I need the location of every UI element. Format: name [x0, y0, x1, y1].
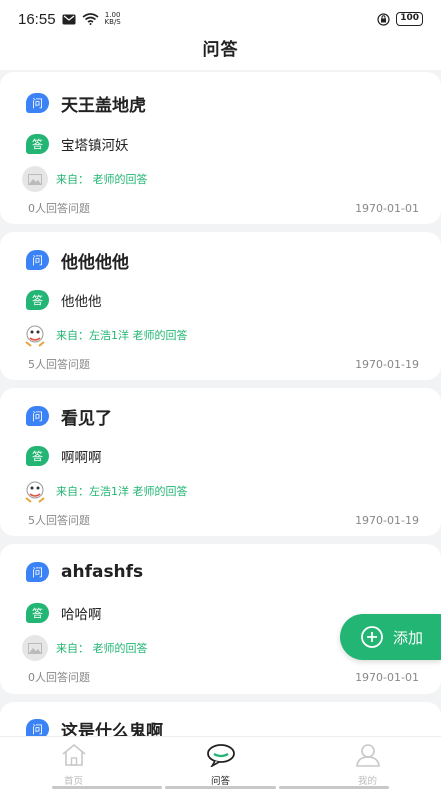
source-row: 来自：左浩1洋 老师的回答 [0, 322, 441, 348]
tab-home[interactable]: 首页 [0, 737, 147, 791]
answer-badge-icon: 答 [26, 290, 49, 310]
wifi-icon [82, 13, 99, 25]
home-indicator [52, 786, 389, 789]
question-badge-icon: 问 [26, 719, 49, 736]
plus-circle-icon [360, 625, 384, 649]
answer-text: 啊啊啊 [61, 450, 102, 466]
answer-text: 他他他 [61, 294, 102, 310]
qa-card[interactable]: 问 这是什么鬼啊 [0, 702, 441, 736]
meta-row: 0人回答问题 1970-01-01 [0, 669, 441, 685]
tab-mine[interactable]: 我的 [294, 737, 441, 791]
source-row: 来自： 老师的回答 [0, 166, 441, 192]
user-icon [355, 743, 381, 771]
placeholder-image-icon [22, 635, 48, 661]
question-badge-icon: 问 [26, 562, 49, 582]
question-text: 看见了 [61, 408, 112, 429]
network-speed: 1.00 KB/S [105, 12, 121, 26]
question-badge-icon: 问 [26, 250, 49, 270]
meta-row: 5人回答问题 1970-01-19 [0, 512, 441, 528]
question-badge-icon: 问 [26, 93, 49, 113]
nav-bar: 问答 [0, 38, 441, 70]
speed-unit: KB/S [104, 18, 121, 26]
question-row: 问 ahfashfs [0, 561, 441, 583]
tab-qa[interactable]: 问答 [147, 737, 294, 791]
answer-count: 0人回答问题 [28, 671, 90, 684]
answer-count: 0人回答问题 [28, 202, 90, 215]
page-title: 问答 [202, 40, 239, 60]
status-bar: 16:55 1.00 KB/S 100 [0, 0, 441, 38]
tab-label: 我的 [357, 776, 377, 787]
answer-row: 答 啊啊啊 [0, 445, 441, 467]
add-button-label: 添加 [393, 628, 424, 647]
answer-source: 来自：左浩1洋 老师的回答 [56, 329, 188, 342]
answer-count: 5人回答问题 [28, 358, 90, 371]
question-date: 1970-01-19 [355, 513, 419, 527]
answer-text: 哈哈啊 [61, 607, 102, 623]
answer-source: 来自： 老师的回答 [56, 173, 148, 186]
question-date: 1970-01-19 [355, 357, 419, 371]
question-date: 1970-01-01 [355, 670, 419, 684]
question-text: 他他他他 [61, 252, 129, 273]
question-text: 这是什么鬼啊 [61, 721, 163, 737]
question-row: 问 看见了 [0, 405, 441, 429]
question-text: ahfashfs [61, 562, 144, 582]
answer-count: 5人回答问题 [28, 514, 90, 527]
question-text: 天王盖地虎 [61, 95, 146, 116]
tab-label: 问答 [210, 776, 230, 787]
answer-badge-icon: 答 [26, 134, 49, 154]
answer-row: 答 宝塔镇河妖 [0, 133, 441, 155]
tab-bar: 首页 问答 我的 [0, 736, 441, 791]
qa-card[interactable]: 问 天王盖地虎 答 宝塔镇河妖 来自： 老师的回答 0人回答问题 1970-01… [0, 72, 441, 224]
chat-bubble-icon [206, 743, 236, 771]
add-question-button[interactable]: 添加 [340, 614, 441, 660]
battery-indicator: 100 [396, 12, 423, 26]
source-row: 来自：左浩1洋 老师的回答 [0, 478, 441, 504]
question-row: 问 天王盖地虎 [0, 92, 441, 116]
meta-row: 5人回答问题 1970-01-19 [0, 356, 441, 372]
answer-source: 来自： 老师的回答 [56, 642, 148, 655]
answer-badge-icon: 答 [26, 446, 49, 466]
answer-text: 宝塔镇河妖 [61, 138, 129, 154]
qa-card[interactable]: 问 他他他他 答 他他他 来自：左浩1洋 老师的回答 5人回答问题 1970-0… [0, 232, 441, 380]
home-icon [61, 743, 87, 771]
answer-source: 来自：左浩1洋 老师的回答 [56, 485, 188, 498]
placeholder-image-icon [22, 166, 48, 192]
question-badge-icon: 问 [26, 406, 49, 426]
question-row: 问 这是什么鬼啊 [0, 718, 441, 736]
answer-row: 答 他他他 [0, 289, 441, 311]
question-date: 1970-01-01 [355, 201, 419, 215]
tab-label: 首页 [63, 776, 83, 787]
cartoon-avatar [22, 478, 48, 504]
question-row: 问 他他他他 [0, 249, 441, 273]
meta-row: 0人回答问题 1970-01-01 [0, 200, 441, 216]
qa-card[interactable]: 问 看见了 答 啊啊啊 来自：左浩1洋 老师的回答 5人回答问题 1970-01… [0, 388, 441, 536]
message-icon [62, 14, 76, 25]
status-time: 16:55 [18, 10, 56, 28]
cartoon-avatar [22, 322, 48, 348]
rotation-lock-icon [377, 12, 390, 26]
answer-badge-icon: 答 [26, 603, 49, 623]
